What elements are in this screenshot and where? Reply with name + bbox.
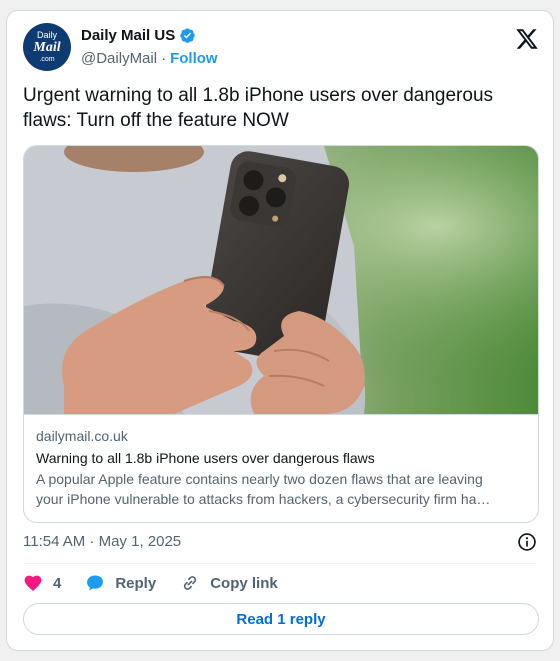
handle-row: @DailyMail · Follow — [81, 50, 218, 67]
like-count: 4 — [53, 574, 62, 592]
separator: · — [161, 50, 167, 67]
action-bar: 4 Reply Copy link — [23, 571, 302, 595]
avatar-text-line-2: Mail — [33, 40, 61, 55]
hands-holding-iphone-photo — [24, 146, 538, 414]
heart-icon — [24, 575, 42, 591]
card-body[interactable]: dailymail.co.uk Warning to all 1.8b iPho… — [24, 414, 538, 522]
card-title: Warning to all 1.8b iPhone users over da… — [36, 450, 375, 466]
reply-button[interactable]: Reply — [85, 573, 156, 593]
divider — [23, 563, 537, 564]
avatar-text-line-3: .com — [39, 56, 55, 63]
tweet-timestamp[interactable]: 11:54 AM · May 1, 2025 — [23, 533, 181, 550]
card-domain: dailymail.co.uk — [36, 428, 128, 444]
account-handle[interactable]: @DailyMail — [81, 50, 157, 67]
info-icon[interactable] — [517, 532, 537, 552]
reply-label: Reply — [115, 574, 157, 592]
card-image[interactable] — [24, 146, 538, 414]
avatar-text-line-1: Daily — [36, 30, 57, 40]
link-icon — [184, 576, 197, 590]
x-logo-icon[interactable] — [515, 27, 539, 51]
verified-badge-icon — [180, 28, 195, 43]
reply-bubble-icon — [87, 575, 104, 591]
card-description-line-2: your iPhone vulnerable to attacks from h… — [36, 491, 491, 507]
read-replies-button[interactable]: Read 1 reply — [23, 603, 539, 635]
link-preview-card[interactable]: dailymail.co.uk Warning to all 1.8b iPho… — [23, 145, 539, 523]
copy-link-label: Copy link — [210, 574, 278, 592]
card-description: A popular Apple feature contains nearly … — [36, 469, 528, 509]
follow-button[interactable]: Follow — [170, 50, 218, 67]
tweet-text: Urgent warning to all 1.8b iPhone users … — [23, 85, 494, 131]
account-name-row[interactable]: Daily Mail US — [81, 27, 196, 44]
avatar[interactable]: Daily Mail .com — [23, 23, 71, 71]
display-name[interactable]: Daily Mail US — [81, 27, 175, 44]
like-button[interactable]: 4 — [23, 573, 61, 593]
copy-link-button[interactable]: Copy link — [180, 573, 278, 593]
tweet-card: Daily Mail .com Daily Mail US @DailyMail… — [6, 10, 554, 651]
card-description-line-1: A popular Apple feature contains nearly … — [36, 471, 483, 487]
